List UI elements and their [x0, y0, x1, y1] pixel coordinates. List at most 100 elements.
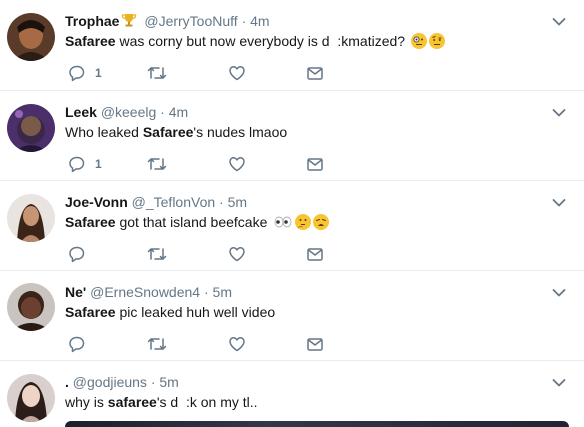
- chevron-down-icon[interactable]: [552, 105, 566, 117]
- avatar[interactable]: [7, 283, 55, 331]
- highlighted-term: Safaree: [142, 124, 194, 140]
- display-name[interactable]: Joe-Vonn: [65, 194, 128, 210]
- reply-button[interactable]: 1: [68, 64, 102, 82]
- dm-button[interactable]: [306, 245, 324, 263]
- dm-button[interactable]: [306, 155, 324, 173]
- tweet-text: Safaree was corny but now everybody is d…: [65, 31, 445, 51]
- tweet-text: Who leaked Safaree's nudes lmaoo: [65, 122, 287, 142]
- tweet-actions: 1: [65, 155, 345, 173]
- chevron-down-icon[interactable]: [552, 285, 566, 297]
- highlighted-term: Safaree: [65, 304, 116, 320]
- chevron-down-icon[interactable]: [552, 14, 566, 26]
- tweet-text: why is safaree's d :k on my tl..: [65, 392, 258, 412]
- tweet-header: Ne' @ErneSnowden4 · 5m: [65, 282, 232, 302]
- like-icon: [228, 245, 246, 263]
- user-handle[interactable]: @keeelg: [101, 104, 156, 120]
- avatar[interactable]: [7, 13, 55, 61]
- like-icon: [228, 64, 246, 82]
- eyes-emoji: [273, 214, 293, 230]
- like-icon: [228, 155, 246, 173]
- separator-dot: ·: [160, 104, 165, 120]
- display-name[interactable]: Ne': [65, 284, 86, 300]
- tweet-1[interactable]: Trophae @JerryTooNuff · 4m Safaree was c…: [0, 0, 584, 91]
- timestamp[interactable]: 5m: [159, 374, 178, 390]
- timestamp[interactable]: 5m: [213, 284, 232, 300]
- highlighted-term: safaree: [107, 394, 157, 410]
- display-name[interactable]: .: [65, 374, 69, 390]
- separator-dot: ·: [219, 194, 224, 210]
- tweet-3[interactable]: Joe-Vonn @_TeflonVon · 5m Safaree got th…: [0, 181, 584, 271]
- avatar[interactable]: [7, 194, 55, 242]
- reply-icon: [68, 155, 86, 173]
- face-with-raised-eyebrow-emoji: [428, 33, 445, 49]
- like-button[interactable]: [228, 64, 246, 82]
- retweet-button[interactable]: [147, 245, 167, 263]
- tweet-actions: 1: [65, 64, 345, 82]
- user-handle[interactable]: @JerryTooNuff: [144, 13, 237, 29]
- tweet-2[interactable]: Leek @keeelg · 4m Who leaked Safaree's n…: [0, 91, 584, 181]
- tweet-text-after: was corny but now everybody is d :kmatiz…: [115, 33, 406, 49]
- avatar[interactable]: [7, 374, 55, 422]
- trophy-icon: [121, 12, 137, 33]
- chevron-down-icon[interactable]: [552, 195, 566, 207]
- dm-button[interactable]: [306, 64, 324, 82]
- tweet-header: Leek @keeelg · 4m: [65, 102, 188, 122]
- reply-button[interactable]: [68, 335, 95, 353]
- tweet-text-after: got that island beefcake: [115, 214, 268, 230]
- chevron-down-icon[interactable]: [552, 375, 566, 387]
- like-button[interactable]: [228, 245, 246, 263]
- reply-button[interactable]: [68, 245, 95, 263]
- media-preview[interactable]: [65, 421, 569, 427]
- retweet-icon: [147, 155, 167, 173]
- timestamp[interactable]: 4m: [250, 13, 269, 29]
- tweet-header: . @godjieuns · 5m: [65, 372, 179, 392]
- reply-icon: [68, 245, 86, 263]
- weary-face-emoji: [313, 214, 330, 230]
- like-icon: [228, 335, 246, 353]
- tweet-feed: Trophae @JerryTooNuff · 4m Safaree was c…: [0, 0, 584, 427]
- tweet-header: Joe-Vonn @_TeflonVon · 5m: [65, 192, 247, 212]
- dm-button[interactable]: [306, 335, 324, 353]
- face-with-monocle-emoji: [410, 33, 427, 49]
- separator-dot: ·: [150, 374, 156, 390]
- highlighted-term: Safaree: [65, 33, 116, 49]
- tweet-text-after: 's d :k on my tl..: [156, 394, 258, 410]
- reply-button[interactable]: 1: [68, 155, 102, 173]
- thinking-face-emoji: [295, 214, 312, 230]
- separator-dot: ·: [203, 284, 209, 300]
- user-handle[interactable]: @godjieuns: [73, 374, 147, 390]
- dm-icon: [306, 64, 324, 82]
- timestamp[interactable]: 5m: [228, 194, 247, 210]
- display-name[interactable]: Leek: [65, 104, 97, 120]
- retweet-icon: [147, 64, 167, 82]
- dm-icon: [306, 155, 324, 173]
- retweet-button[interactable]: [147, 335, 167, 353]
- reply-count: 1: [95, 66, 102, 80]
- retweet-button[interactable]: [147, 155, 167, 173]
- tweet-text-before: why is: [65, 394, 108, 410]
- dm-icon: [306, 335, 324, 353]
- retweet-icon: [147, 335, 167, 353]
- tweet-text-after: 's nudes lmaoo: [193, 124, 288, 140]
- tweet-text: Safaree got that island beefcake: [65, 212, 330, 232]
- tweet-actions: [65, 245, 345, 263]
- highlighted-term: Safaree: [65, 214, 116, 230]
- like-button[interactable]: [228, 155, 246, 173]
- display-name[interactable]: Trophae: [65, 13, 119, 29]
- tweet-5[interactable]: . @godjieuns · 5m why is safaree's d :k …: [0, 361, 584, 427]
- tweet-header: Trophae @JerryTooNuff · 4m: [65, 11, 270, 33]
- tweet-text: Safaree pic leaked huh well video: [65, 302, 275, 322]
- tweet-text-after: pic leaked huh well video: [115, 304, 276, 320]
- reply-count: 1: [95, 157, 102, 171]
- tweet-actions: [65, 335, 345, 353]
- user-handle[interactable]: @_TeflonVon: [132, 194, 216, 210]
- reply-icon: [68, 335, 86, 353]
- like-button[interactable]: [228, 335, 246, 353]
- timestamp[interactable]: 4m: [169, 104, 188, 120]
- user-handle[interactable]: @ErneSnowden4: [90, 284, 200, 300]
- dm-icon: [306, 245, 324, 263]
- retweet-button[interactable]: [147, 64, 167, 82]
- avatar[interactable]: [7, 104, 55, 152]
- tweet-4[interactable]: Ne' @ErneSnowden4 · 5m Safaree pic leake…: [0, 271, 584, 361]
- retweet-icon: [147, 245, 167, 263]
